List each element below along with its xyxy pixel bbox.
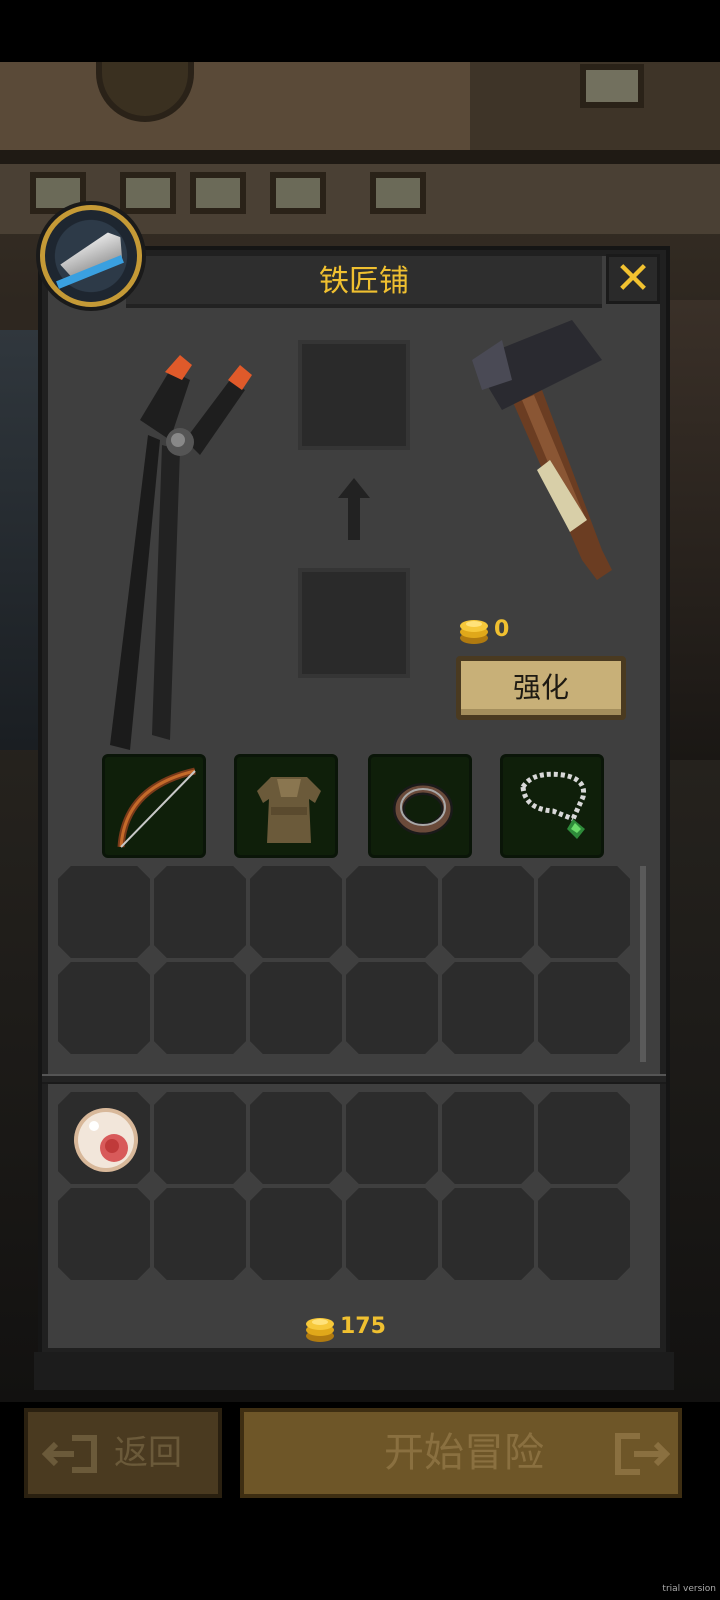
meat-icon	[74, 1108, 138, 1172]
armor-icon	[257, 777, 321, 843]
gold-total: 175	[300, 1310, 420, 1344]
inventory-cell[interactable]	[250, 962, 342, 1054]
pliers-icon	[110, 355, 252, 750]
forge-result-slot[interactable]	[298, 340, 410, 450]
equip-slot-necklace[interactable]	[500, 754, 604, 858]
coin-icon	[306, 1318, 334, 1342]
inventory-cell[interactable]	[346, 1092, 438, 1184]
inventory-cell[interactable]	[442, 1092, 534, 1184]
inventory-cell[interactable]	[250, 1092, 342, 1184]
equip-slot-armor[interactable]	[234, 754, 338, 858]
panel-bottom-frame	[34, 1352, 674, 1390]
item-inventory-grid	[58, 1092, 650, 1280]
inventory-cell[interactable]	[538, 1188, 630, 1280]
equip-slot-bow[interactable]	[102, 754, 206, 858]
inventory-cell[interactable]	[58, 866, 150, 958]
inventory-cell[interactable]	[442, 1188, 534, 1280]
inventory-cell[interactable]	[538, 962, 630, 1054]
forge-input-slot[interactable]	[298, 568, 410, 678]
close-button[interactable]: ✕	[606, 254, 660, 304]
equip-slot-ring[interactable]	[368, 754, 472, 858]
back-label: 返回	[114, 1433, 182, 1473]
inventory-cell[interactable]	[538, 1092, 630, 1184]
gold-amount: 175	[340, 1314, 386, 1339]
inventory-cell[interactable]	[346, 962, 438, 1054]
inventory-cell[interactable]	[154, 962, 246, 1054]
exit-left-icon	[42, 1435, 97, 1473]
start-adventure-button[interactable]: 开始冒险	[240, 1408, 682, 1498]
inventory-cell[interactable]	[58, 1092, 150, 1184]
inventory-cell[interactable]	[154, 866, 246, 958]
inventory-cell[interactable]	[250, 1188, 342, 1280]
close-icon: ✕	[614, 253, 652, 304]
inventory-cell[interactable]	[442, 866, 534, 958]
hammer-icon	[472, 320, 612, 580]
blacksmith-badge-icon	[40, 205, 142, 307]
enhance-cost: 0	[494, 617, 510, 642]
inventory-cell[interactable]	[154, 1188, 246, 1280]
necklace-icon	[520, 771, 587, 839]
enhance-button[interactable]: 强化	[456, 656, 626, 720]
inventory-cell[interactable]	[538, 866, 630, 958]
inventory-cell[interactable]	[250, 866, 342, 958]
bow-icon	[117, 767, 196, 848]
enhance-label: 强化	[512, 671, 569, 704]
inventory-cell[interactable]	[154, 1092, 246, 1184]
inventory-cell[interactable]	[442, 962, 534, 1054]
back-button[interactable]: 返回	[24, 1408, 222, 1498]
inventory-cell[interactable]	[346, 1188, 438, 1280]
inventory-divider	[42, 1074, 666, 1084]
inventory-cell[interactable]	[58, 962, 150, 1054]
coin-icon	[460, 620, 488, 644]
arrow-up-icon	[338, 478, 370, 540]
ring-icon	[393, 783, 453, 835]
watermark: trial version	[662, 1584, 716, 1594]
equipment-inventory-grid	[58, 866, 650, 1054]
inventory-cell[interactable]	[346, 866, 438, 958]
inventory-scrollbar[interactable]	[640, 866, 646, 1062]
panel-title: 铁匠铺	[319, 264, 409, 299]
exit-right-icon	[615, 1433, 670, 1475]
inventory-cell[interactable]	[58, 1188, 150, 1280]
